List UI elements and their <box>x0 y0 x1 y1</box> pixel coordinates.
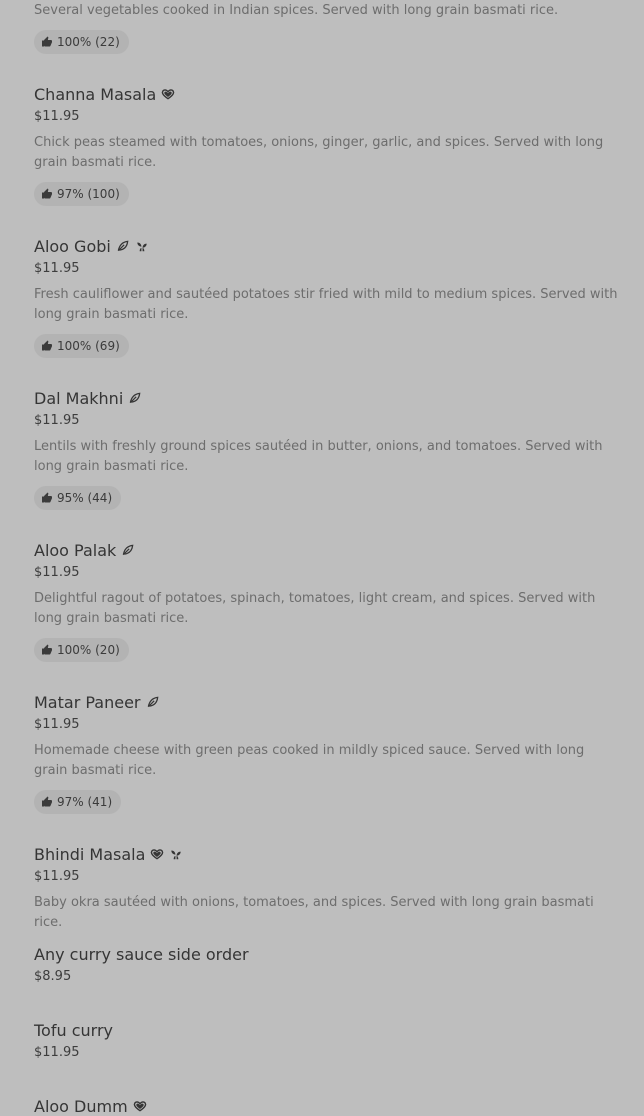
rating-badge: 95% (44) <box>34 486 122 510</box>
thumbs-up-icon <box>41 340 53 352</box>
item-price: $11.95 <box>34 109 80 124</box>
item-description: Chick peas steamed with tomatoes, onions… <box>34 135 604 170</box>
item-name: Aloo Gobi <box>34 236 111 256</box>
menu-item-curry-sauce-side[interactable]: Any curry sauce side order $8.95 <box>34 944 618 985</box>
sprout-icon <box>169 847 183 861</box>
thumbs-up-icon <box>41 188 53 200</box>
menu-item-channa-masala[interactable]: Channa Masala $11.95 Chick peas steamed … <box>34 84 618 206</box>
leaf-icon <box>121 543 135 557</box>
menu-item-tofu-curry[interactable]: Tofu curry $11.95 <box>34 1020 618 1061</box>
item-description: Delightful ragout of potatoes, spinach, … <box>34 591 596 626</box>
menu-item-aloo-dumm[interactable]: Aloo Dumm <box>34 1096 618 1116</box>
item-name: Dal Makhni <box>34 388 124 408</box>
heart-icon <box>161 87 175 101</box>
rating-text: 97% (41) <box>57 795 113 809</box>
menu-item-aloo-gobi[interactable]: Aloo Gobi $11.95 Fresh cauliflower and s… <box>34 236 618 358</box>
rating-badge: 100% (69) <box>34 334 129 358</box>
item-price: $11.95 <box>34 1045 80 1060</box>
rating-badge: 100% (22) <box>34 30 129 54</box>
menu-item-bhindi-masala[interactable]: Bhindi Masala $11.95 Baby okra sautéed w… <box>34 844 618 933</box>
item-name: Tofu curry <box>34 1020 113 1040</box>
rating-badge: 97% (41) <box>34 790 122 814</box>
thumbs-up-icon <box>41 796 53 808</box>
thumbs-up-icon <box>41 644 53 656</box>
menu-list: Several vegetables cooked in Indian spic… <box>0 0 644 1116</box>
item-price: $11.95 <box>34 869 80 884</box>
thumbs-up-icon <box>41 492 53 504</box>
item-name: Channa Masala <box>34 84 157 104</box>
item-description: Homemade cheese with green peas cooked i… <box>34 743 585 778</box>
menu-item[interactable]: Several vegetables cooked in Indian spic… <box>34 1 618 54</box>
leaf-icon <box>116 239 130 253</box>
rating-text: 95% (44) <box>57 491 113 505</box>
menu-item-matar-paneer[interactable]: Matar Paneer $11.95 Homemade cheese with… <box>34 692 618 814</box>
rating-badge: 100% (20) <box>34 638 129 662</box>
item-name: Matar Paneer <box>34 692 141 712</box>
sprout-icon <box>135 239 149 253</box>
item-description: Baby okra sautéed with onions, tomatoes,… <box>34 895 594 930</box>
item-name: Any curry sauce side order <box>34 944 249 964</box>
rating-text: 100% (22) <box>57 35 120 49</box>
item-name: Aloo Palak <box>34 540 117 560</box>
heart-icon <box>150 847 164 861</box>
item-description: Several vegetables cooked in Indian spic… <box>34 3 559 18</box>
thumbs-up-icon <box>41 36 53 48</box>
rating-text: 100% (20) <box>57 643 120 657</box>
leaf-icon <box>128 391 142 405</box>
leaf-icon <box>146 695 160 709</box>
rating-badge: 97% (100) <box>34 182 129 206</box>
menu-item-dal-makhni[interactable]: Dal Makhni $11.95 Lentils with freshly g… <box>34 388 618 510</box>
item-price: $11.95 <box>34 413 80 428</box>
item-description: Fresh cauliflower and sautéed potatoes s… <box>34 287 618 322</box>
menu-item-aloo-palak[interactable]: Aloo Palak $11.95 Delightful ragout of p… <box>34 540 618 662</box>
item-price: $11.95 <box>34 717 80 732</box>
heart-icon <box>133 1099 147 1113</box>
item-name: Bhindi Masala <box>34 844 146 864</box>
rating-text: 97% (100) <box>57 187 120 201</box>
item-price: $11.95 <box>34 261 80 276</box>
item-price: $11.95 <box>34 565 80 580</box>
item-price: $8.95 <box>34 969 72 984</box>
item-description: Lentils with freshly ground spices sauté… <box>34 439 603 474</box>
rating-text: 100% (69) <box>57 339 120 353</box>
